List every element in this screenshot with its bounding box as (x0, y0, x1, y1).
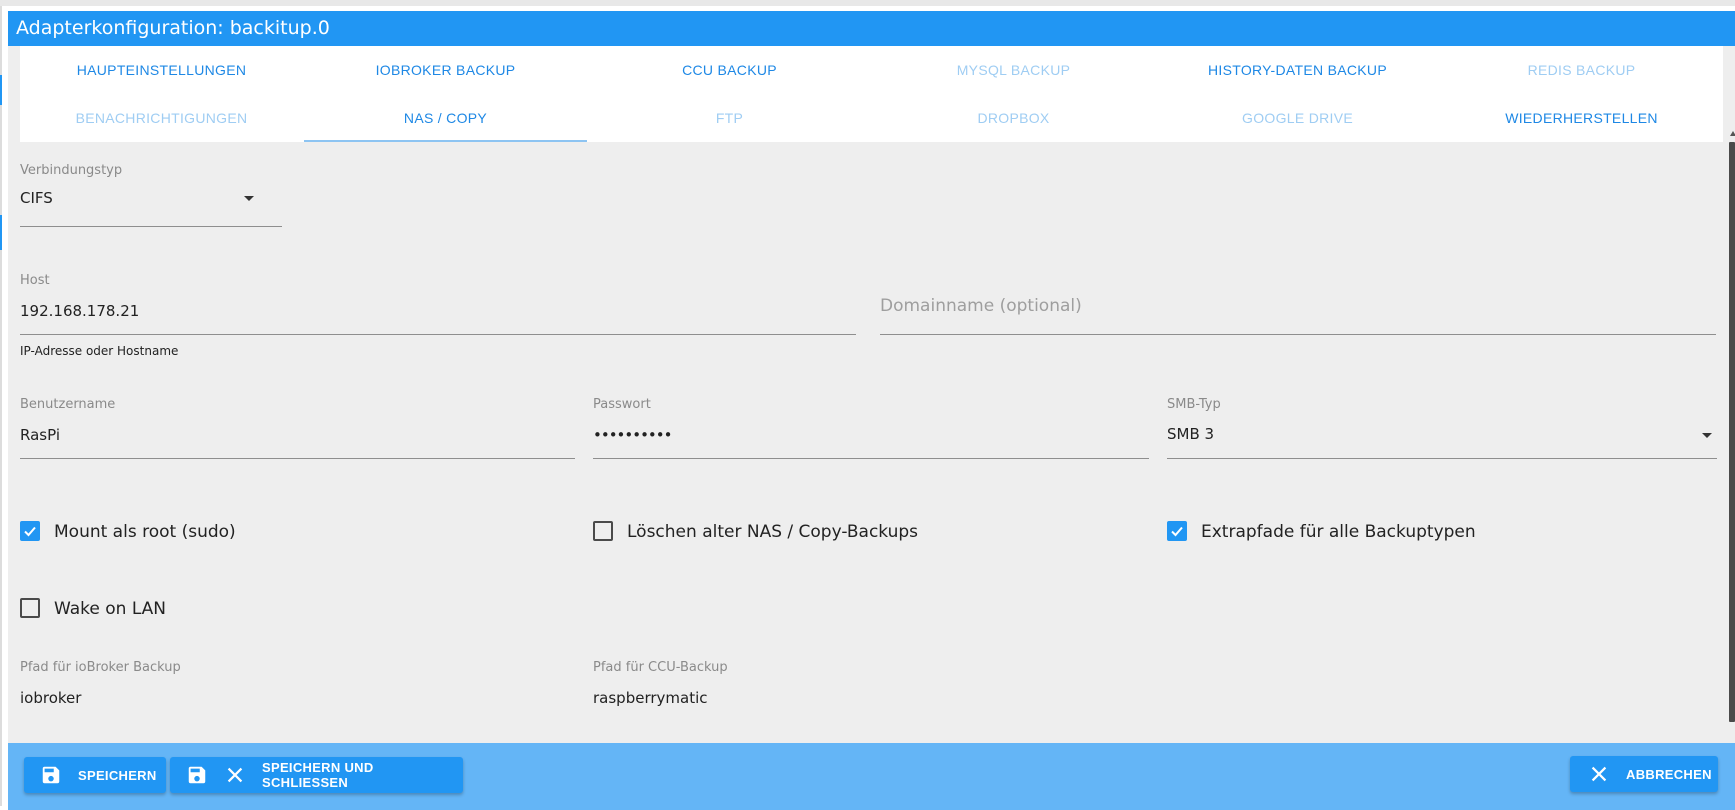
check-icon (1171, 526, 1183, 537)
smb-type-select[interactable]: SMB 3 (1167, 416, 1717, 456)
tab-history-daten-backup[interactable]: HISTORY-DATEN BACKUP (1156, 46, 1439, 94)
tab-iobroker-backup[interactable]: IOBROKER BACKUP (304, 46, 587, 94)
smb-type-label: SMB-Typ (1167, 397, 1221, 412)
tab-ftp[interactable]: FTP (588, 94, 871, 142)
close-icon (1588, 763, 1610, 785)
config-dialog: HAUPTEINSTELLUNGEN IOBROKER BACKUP CCU B… (8, 46, 1735, 810)
close-icon (224, 764, 246, 786)
connection-type-select[interactable]: CIFS (20, 179, 282, 219)
save-and-close-button[interactable]: SPEICHERN UND SCHLIESSEN (170, 757, 463, 793)
smb-type-value: SMB 3 (1167, 425, 1215, 443)
dialog-title: Adapterkonfiguration: backitup.0 (8, 11, 1735, 46)
cancel-button[interactable]: ABBRECHEN (1570, 756, 1718, 792)
path-ccu-label: Pfad für CCU-Backup (593, 660, 728, 675)
tab-google-drive[interactable]: GOOGLE DRIVE (1156, 94, 1439, 142)
connection-type-label: Verbindungstyp (20, 163, 123, 178)
connection-type-value: CIFS (20, 189, 53, 207)
host-helper-text: IP-Adresse oder Hostname (20, 344, 179, 358)
host-label: Host (20, 273, 50, 288)
background-edge (0, 6, 2, 806)
smb-type-underline (1167, 458, 1717, 459)
tab-redis-backup[interactable]: REDIS BACKUP (1440, 46, 1723, 94)
tab-wiederherstellen[interactable]: WIEDERHERSTELLEN (1440, 94, 1723, 142)
path-iobroker-label: Pfad für ioBroker Backup (20, 660, 181, 675)
tab-nas-copy[interactable]: NAS / COPY (304, 94, 587, 142)
password-underline (593, 458, 1149, 459)
save-icon (186, 764, 208, 786)
dialog-footer: SPEICHERN SPEICHERN UND SCHLIESSEN ABBRE… (8, 743, 1735, 810)
save-and-close-label: SPEICHERN UND SCHLIESSEN (262, 760, 374, 790)
host-underline (20, 334, 856, 335)
scrollbar[interactable] (1729, 142, 1735, 722)
mount-root-label[interactable]: Mount als root (sudo) (54, 522, 236, 542)
save-icon (40, 764, 62, 786)
path-iobroker-input[interactable]: iobroker (20, 689, 81, 707)
tab-ccu-backup[interactable]: CCU BACKUP (588, 46, 871, 94)
tab-active-indicator (304, 140, 587, 142)
background-accent (0, 215, 2, 250)
connection-type-underline (20, 226, 282, 227)
wake-on-lan-label[interactable]: Wake on LAN (54, 599, 166, 619)
tab-haupteinstellungen[interactable]: HAUPTEINSTELLUNGEN (20, 46, 303, 94)
background-accent (0, 75, 2, 105)
path-ccu-input[interactable]: raspberrymatic (593, 689, 708, 707)
domain-underline (880, 334, 1716, 335)
username-input[interactable]: RasPi (20, 426, 60, 444)
extra-paths-label[interactable]: Extrapfade für alle Backuptypen (1201, 522, 1476, 542)
username-label: Benutzername (20, 397, 116, 412)
tab-bar: HAUPTEINSTELLUNGEN IOBROKER BACKUP CCU B… (20, 46, 1723, 142)
scroll-up-arrow-icon[interactable] (1730, 131, 1735, 136)
wake-on-lan-checkbox[interactable] (20, 598, 40, 618)
window-top-strip (0, 0, 1735, 6)
cancel-button-label: ABBRECHEN (1626, 766, 1712, 782)
host-input[interactable]: 192.168.178.21 (20, 302, 139, 320)
save-button[interactable]: SPEICHERN (24, 757, 166, 793)
chevron-down-icon (1702, 433, 1712, 438)
tab-benachrichtigungen[interactable]: BENACHRICHTIGUNGEN (20, 94, 303, 142)
delete-old-label[interactable]: Löschen alter NAS / Copy-Backups (627, 522, 918, 542)
check-icon (24, 526, 36, 537)
password-label: Passwort (593, 397, 651, 412)
delete-old-checkbox[interactable] (593, 521, 613, 541)
extra-paths-checkbox[interactable] (1167, 521, 1187, 541)
domain-input[interactable]: Domainname (optional) (880, 296, 1082, 316)
mount-root-checkbox[interactable] (20, 521, 40, 541)
chevron-down-icon (244, 196, 254, 201)
password-input[interactable]: •••••••••• (593, 426, 672, 444)
save-button-label: SPEICHERN (78, 767, 157, 783)
tab-mysql-backup[interactable]: MYSQL BACKUP (872, 46, 1155, 94)
username-underline (20, 458, 575, 459)
tab-dropbox[interactable]: DROPBOX (872, 94, 1155, 142)
